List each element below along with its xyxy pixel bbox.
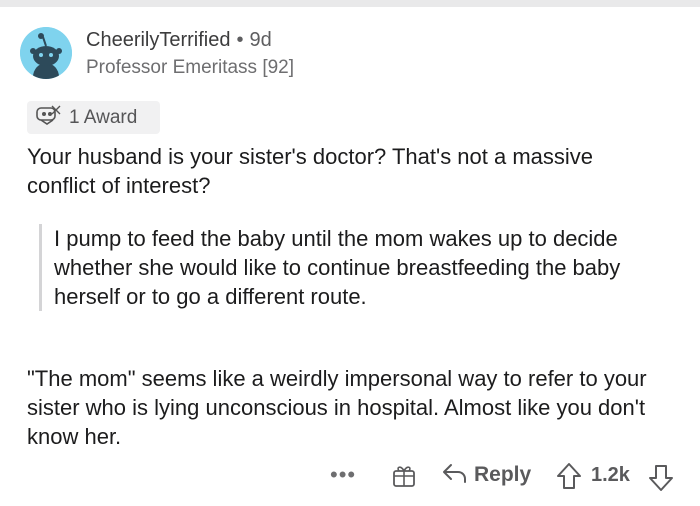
author-name[interactable]: CheerilyTerrified	[86, 29, 231, 51]
separator-dot: •	[236, 29, 244, 51]
reply-button[interactable]: Reply	[441, 458, 531, 492]
comment-actions: ••• Reply 1.2k	[0, 458, 700, 494]
comment-header: CheerilyTerrified • 9d	[86, 28, 272, 52]
more-icon[interactable]: •••	[330, 458, 356, 492]
award-icon	[35, 104, 63, 131]
vote-score: 1.2k	[591, 464, 630, 486]
comment-paragraph-2: "The mom" seems like a weirdly impersona…	[27, 366, 647, 449]
gift-icon[interactable]	[391, 463, 417, 494]
award-label: 1 Award	[69, 106, 138, 128]
downvote-icon[interactable]	[648, 464, 674, 497]
reply-arrow-icon	[441, 462, 467, 489]
user-flair: Professor Emeritass [92]	[86, 57, 295, 78]
comment-paragraph-1: Your husband is your sister's doctor? Th…	[27, 144, 594, 198]
quoted-text: I pump to feed the baby until the mom wa…	[39, 224, 654, 311]
upvote-icon[interactable]	[556, 462, 582, 495]
award-badge[interactable]: 1 Award	[27, 101, 160, 134]
snoo-avatar-icon[interactable]	[20, 27, 72, 79]
comment-age: 9d	[249, 29, 272, 51]
reply-label: Reply	[474, 463, 532, 486]
comment: CheerilyTerrified • 9d Professor Emeritass…	[0, 0, 700, 499]
